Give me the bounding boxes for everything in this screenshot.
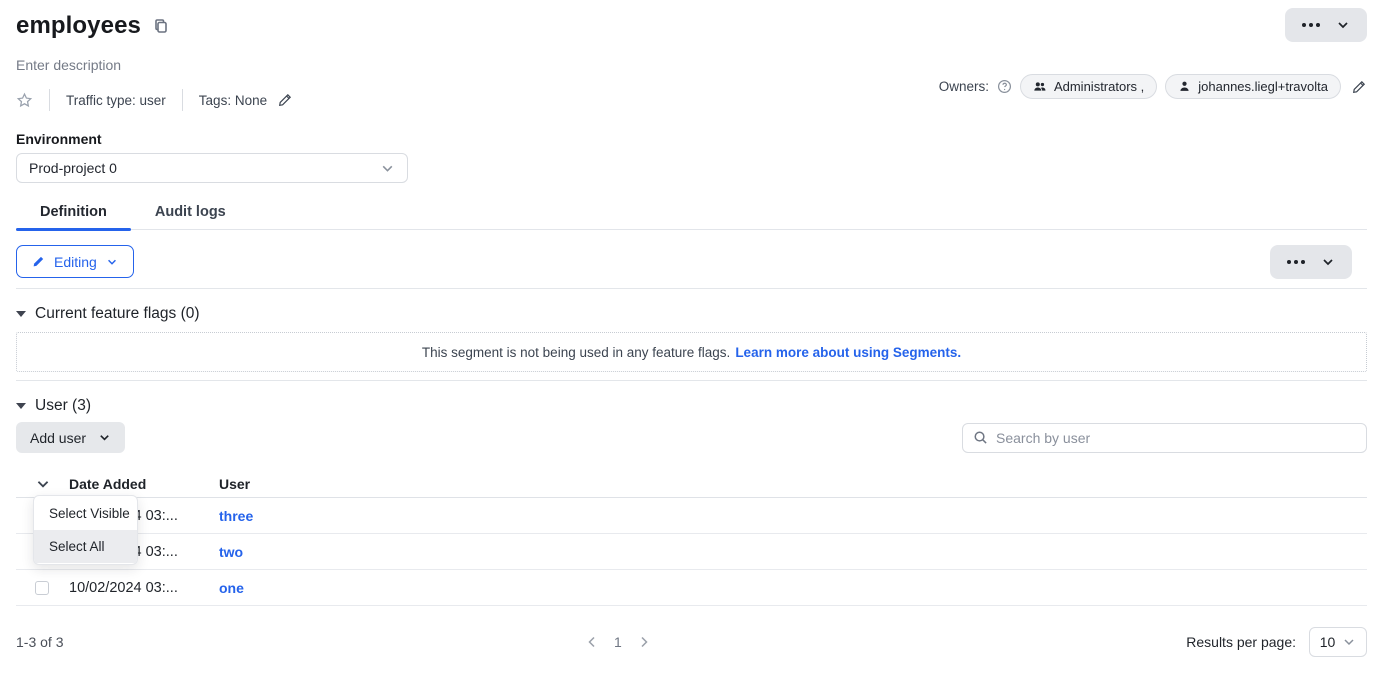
tags-label: Tags: None [199, 93, 267, 108]
divider [16, 288, 1367, 289]
user-section-header[interactable]: User (3) [16, 397, 1367, 415]
environment-selected-value: Prod-project 0 [29, 160, 117, 176]
person-icon [1178, 80, 1191, 93]
help-circle-icon[interactable] [997, 79, 1012, 94]
chevron-left-icon [585, 635, 599, 649]
tab-definition[interactable]: Definition [16, 204, 131, 229]
owner-chip-administrators[interactable]: Administrators , [1020, 74, 1157, 99]
next-page-button[interactable] [635, 633, 653, 651]
group-icon [1033, 80, 1047, 94]
divider [182, 89, 183, 111]
select-all-chevron-icon[interactable] [16, 476, 69, 492]
owner-chip-user[interactable]: johannes.liegl+travolta [1165, 74, 1341, 99]
select-dropdown-menu: Select Visible Select All [33, 495, 138, 565]
user-table: Date Added User 10/02/2024 03:... three … [16, 470, 1367, 606]
owner-chip-label: johannes.liegl+travolta [1198, 79, 1328, 94]
user-link[interactable]: one [219, 580, 1367, 596]
row-checkbox[interactable] [35, 581, 49, 595]
tab-bar: Definition Audit logs [16, 204, 1367, 230]
user-link[interactable]: three [219, 508, 1367, 524]
overflow-menu-icon [1302, 23, 1320, 27]
chevron-down-icon [1342, 635, 1356, 649]
feature-flags-header-label: Current feature flags (0) [35, 305, 200, 323]
user-controls-row: Add user [16, 422, 1367, 453]
menu-item-select-visible[interactable]: Select Visible [34, 497, 137, 530]
divider [16, 380, 1367, 381]
chevron-down-icon [380, 161, 395, 176]
table-row: 10/02/2024 03:... three [16, 498, 1367, 534]
empty-state-text: This segment is not being used in any fe… [422, 345, 730, 360]
add-user-button[interactable]: Add user [16, 422, 125, 453]
tab-audit-logs[interactable]: Audit logs [131, 204, 250, 229]
definition-toolbar: Editing [16, 245, 1367, 279]
table-row: 10/02/2024 03:... one [16, 570, 1367, 606]
column-header-date-added: Date Added [69, 476, 219, 492]
pencil-icon [32, 255, 45, 268]
feature-flags-section-header[interactable]: Current feature flags (0) [16, 305, 1367, 323]
chevron-down-icon [1336, 18, 1350, 32]
table-row: 10/02/2024 03:... two [16, 534, 1367, 570]
column-header-user: User [219, 476, 1367, 492]
segment-detail-page: employees Enter description Traffic type… [0, 0, 1382, 680]
per-page-value: 10 [1320, 634, 1336, 650]
editing-label: Editing [54, 254, 97, 270]
owner-chip-label: Administrators , [1054, 79, 1144, 94]
search-icon [973, 430, 988, 445]
title-row: employees [16, 8, 1367, 44]
chevron-down-icon [106, 256, 118, 268]
definition-overflow-split-button[interactable] [1270, 245, 1352, 279]
chevron-right-icon [637, 635, 651, 649]
traffic-type-label: Traffic type: user [66, 93, 166, 108]
owners-row: Owners: Administrators , johannes.liegl+… [939, 74, 1367, 99]
menu-item-select-all[interactable]: Select All [34, 530, 137, 563]
per-page-label: Results per page: [1186, 634, 1296, 650]
editing-mode-button[interactable]: Editing [16, 245, 134, 278]
chevron-down-icon [1321, 255, 1335, 269]
overflow-menu-icon [1287, 260, 1305, 264]
results-per-page: Results per page: 10 [1186, 627, 1367, 657]
table-header-row: Date Added User [16, 470, 1367, 498]
per-page-select[interactable]: 10 [1309, 627, 1367, 657]
add-user-label: Add user [30, 430, 86, 446]
owners-label: Owners: [939, 79, 989, 94]
user-header-label: User (3) [35, 397, 91, 415]
environment-select[interactable]: Prod-project 0 [16, 153, 408, 183]
page-title: employees [16, 12, 141, 40]
pager: 1 [583, 633, 653, 651]
results-count: 1-3 of 3 [16, 634, 63, 650]
star-icon[interactable] [16, 92, 33, 109]
pagination-row: 1-3 of 3 1 Results per page: 10 [16, 626, 1367, 658]
user-link[interactable]: two [219, 544, 1367, 560]
copy-icon[interactable] [153, 18, 169, 34]
user-search-box [962, 423, 1367, 453]
header-overflow-split-button[interactable] [1285, 8, 1367, 42]
edit-owners-pencil-icon[interactable] [1351, 79, 1367, 95]
current-page-number[interactable]: 1 [614, 634, 622, 650]
date-added-cell: 10/02/2024 03:... [69, 580, 219, 596]
environment-label: Environment [16, 131, 1367, 147]
feature-flags-empty-state: This segment is not being used in any fe… [16, 332, 1367, 372]
caret-down-icon [16, 403, 26, 409]
chevron-down-icon [98, 431, 111, 444]
learn-more-link[interactable]: Learn more about using Segments. [735, 345, 961, 360]
edit-tags-pencil-icon[interactable] [277, 92, 293, 108]
description-placeholder[interactable]: Enter description [16, 57, 1367, 73]
divider [49, 89, 50, 111]
search-input[interactable] [996, 430, 1356, 446]
caret-down-icon [16, 311, 26, 317]
previous-page-button[interactable] [583, 633, 601, 651]
